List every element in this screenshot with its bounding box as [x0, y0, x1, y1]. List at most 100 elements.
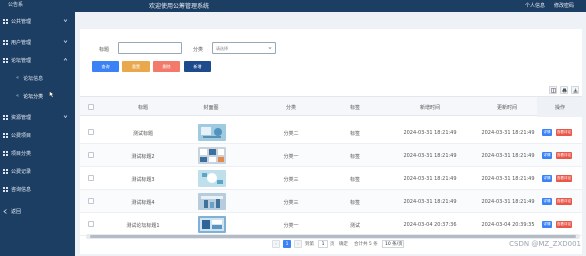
- sidebar-item-project-category[interactable]: 项目分类: [0, 147, 75, 159]
- header-tag: 标签: [349, 105, 360, 111]
- table-columns-icon[interactable]: [549, 86, 557, 94]
- row-checkbox[interactable]: [88, 175, 94, 181]
- detail-button[interactable]: 详情: [542, 152, 552, 159]
- horizontal-scrollbar[interactable]: [86, 234, 580, 239]
- table-header: 标题 封面图 分类 标签 新增时间 更新时间 操作: [80, 96, 582, 117]
- sidebar-item-back[interactable]: 返回: [0, 205, 75, 217]
- header-updated: 更新时间: [496, 105, 517, 111]
- detail-button[interactable]: 详情: [542, 221, 552, 228]
- print-icon[interactable]: [560, 86, 568, 94]
- view-comments-button[interactable]: 查看评论: [556, 198, 572, 205]
- chevron-up-icon: [63, 57, 68, 61]
- export-icon[interactable]: [571, 86, 579, 94]
- grid-icon: [2, 168, 8, 174]
- category-select[interactable]: 请选择: [212, 42, 276, 54]
- page-1-button[interactable]: 1: [283, 240, 291, 248]
- grid-icon: [2, 150, 8, 156]
- system-title: 欢迎使用公筹管理系统: [149, 3, 210, 10]
- sidebar-item-public[interactable]: 公共管理: [0, 15, 75, 27]
- table-row: 测试标题2 分类一 标签 2024-03-31 18:21:49 2024-03…: [80, 144, 582, 167]
- add-button[interactable]: 新增: [184, 61, 211, 72]
- row-checkbox[interactable]: [88, 198, 94, 204]
- sidebar-item-projects[interactable]: 公费项目: [0, 129, 75, 141]
- view-comments-button[interactable]: 查看评论: [556, 152, 572, 159]
- sidebar-item-consult[interactable]: 咨询信息: [0, 183, 75, 195]
- row-tag: 标签: [349, 131, 360, 137]
- row-title: 测试标题2: [131, 154, 155, 160]
- select-all-checkbox[interactable]: [88, 104, 94, 110]
- row-created: 2024-03-31 18:21:49: [403, 130, 457, 136]
- sidebar-item-label: 公费记录: [11, 168, 32, 175]
- row-category: 分类二: [283, 131, 299, 137]
- goto-page-input[interactable]: 1: [318, 240, 328, 248]
- row-created: 2024-03-31 18:21:49: [403, 153, 457, 159]
- next-page-button[interactable]: ›: [294, 240, 302, 248]
- row-category: 分类一: [283, 154, 299, 160]
- sidebar-subitem-label: 论坛信息: [23, 75, 44, 82]
- detail-button[interactable]: 详情: [542, 198, 552, 205]
- change-password-link[interactable]: 修改密码: [554, 2, 574, 9]
- row-tag: 测试: [349, 223, 360, 229]
- delete-button[interactable]: 删除: [153, 61, 180, 72]
- sidebar-subitem-label: 论坛分类: [23, 93, 44, 100]
- total-count: 合计共 5 条: [354, 242, 378, 247]
- reset-button[interactable]: 重置: [122, 61, 150, 72]
- sidebar-item-records[interactable]: 公费记录: [0, 165, 75, 177]
- row-created: 2024-03-31 18:21:49: [403, 199, 457, 205]
- row-category: 分类三: [283, 177, 299, 183]
- goto-confirm-button[interactable]: 确定: [339, 240, 348, 248]
- grid-icon: [2, 132, 8, 138]
- row-created: 2024-03-31 18:21:49: [403, 176, 457, 182]
- row-tag: 标签: [349, 200, 360, 206]
- detail-button[interactable]: 详情: [542, 175, 552, 182]
- table-row: 测试标题 分类二 标签 2024-03-31 18:21:49 2024-03-…: [80, 121, 582, 144]
- top-bar: 欢迎使用公筹管理系统 个人信息 修改密码: [75, 0, 586, 12]
- sidebar-subitem-forum-category[interactable]: « 论坛分类: [0, 90, 75, 102]
- sidebar-item-users[interactable]: 用户管理: [0, 36, 75, 48]
- chevron-down-icon: [63, 115, 68, 119]
- row-category: 分类一: [283, 223, 299, 229]
- row-title: 测试标题3: [131, 177, 155, 183]
- row-updated: 2024-03-31 18:21:49: [481, 199, 535, 205]
- title-label: 标题: [99, 47, 110, 53]
- search-button[interactable]: 查询: [92, 61, 119, 72]
- header-operation: 操作: [554, 105, 565, 111]
- user-center-link[interactable]: 个人信息: [525, 2, 545, 9]
- sidebar-item-forum[interactable]: 论坛管理: [0, 54, 75, 66]
- scrollbar-thumb[interactable]: [90, 235, 576, 238]
- goto-prefix: 到第: [305, 242, 314, 247]
- header-category: 分类: [285, 105, 296, 111]
- grid-icon: [2, 18, 8, 24]
- sidebar-item-resources[interactable]: 资源管理: [0, 111, 75, 123]
- view-comments-button[interactable]: 查看评论: [556, 129, 572, 136]
- row-updated: 2024-03-31 18:21:49: [481, 153, 535, 159]
- grid-icon: [2, 186, 8, 192]
- row-checkbox[interactable]: [88, 129, 94, 135]
- double-chevron-icon: «: [16, 93, 20, 99]
- table-row: 测试论坛标题1 分类一 测试 2024-03-04 20:37:36 2024-…: [80, 213, 582, 236]
- cover-image: [198, 147, 226, 164]
- category-label: 分类: [193, 47, 204, 53]
- row-title: 测试论坛标题1: [126, 223, 160, 229]
- sidebar-subitem-forum-info[interactable]: « 论坛信息: [0, 72, 75, 84]
- row-updated: 2024-03-04 20:39:35: [481, 222, 535, 228]
- cover-image: [198, 193, 226, 210]
- view-comments-button[interactable]: 查看评论: [556, 221, 572, 228]
- row-checkbox[interactable]: [88, 221, 94, 227]
- prev-page-button[interactable]: ‹: [272, 240, 280, 248]
- cover-image: [198, 124, 226, 141]
- sidebar-item-label: 资源管理: [11, 114, 32, 121]
- row-updated: 2024-03-31 18:21:49: [481, 176, 535, 182]
- grid-icon: [2, 39, 8, 45]
- page-size-select[interactable]: 10 条/页: [382, 240, 404, 248]
- row-tag: 标签: [349, 177, 360, 183]
- header-created: 新增时间: [419, 105, 440, 111]
- row-checkbox[interactable]: [88, 152, 94, 158]
- header-cover: 封面图: [203, 105, 219, 111]
- detail-button[interactable]: 详情: [542, 129, 552, 136]
- sidebar-item-label: 返回: [11, 208, 22, 215]
- watermark: CSDN @MZ_ZXD001: [509, 240, 581, 248]
- view-comments-button[interactable]: 查看评论: [556, 175, 572, 182]
- title-input[interactable]: [118, 42, 182, 54]
- category-select-value: 请选择: [216, 46, 228, 51]
